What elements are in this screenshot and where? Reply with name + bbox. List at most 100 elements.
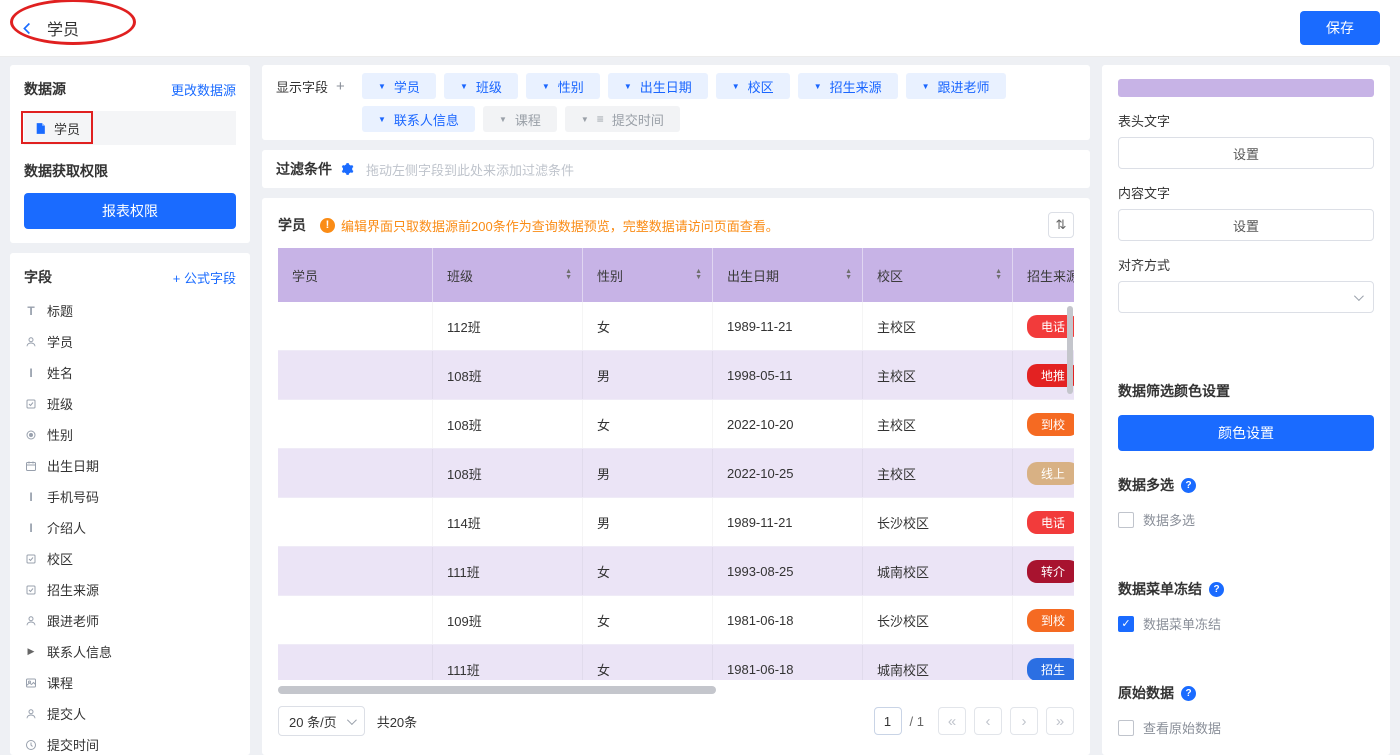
chevron-down-icon: ▼ — [922, 82, 930, 91]
header-text-settings-button[interactable]: 设置 — [1118, 137, 1374, 169]
filter-placeholder: 拖动左侧字段到此处来添加过滤条件 — [366, 160, 574, 179]
display-field-chip-出生日期[interactable]: ▼出生日期 — [608, 73, 708, 99]
field-item-label: 跟进老师 — [47, 611, 99, 630]
filter-dropzone[interactable]: 过滤条件 拖动左侧字段到此处来添加过滤条件 — [262, 150, 1090, 188]
column-header-label: 性别 — [597, 266, 623, 285]
display-field-chip-招生来源[interactable]: ▼招生来源 — [798, 73, 898, 99]
field-item-课程[interactable]: 课程 — [24, 667, 236, 698]
current-page-input[interactable]: 1 — [874, 707, 902, 735]
field-item-label: 提交人 — [47, 704, 86, 723]
display-field-chip-跟进老师[interactable]: ▼跟进老师 — [906, 73, 1006, 99]
sort-arrows-icon[interactable]: ▲▼ — [695, 269, 702, 281]
menu-freeze-checkbox[interactable]: 数据菜单冻结 — [1118, 614, 1374, 633]
column-header-label: 招生来源 — [1027, 266, 1074, 285]
prev-page-button[interactable]: ‹ — [974, 707, 1002, 735]
table-row: 108班男2022-10-25主校区线上 — [278, 449, 1074, 498]
vertical-scrollbar[interactable] — [1067, 306, 1073, 394]
column-header-招生来源[interactable]: 招生来源 — [1013, 248, 1074, 302]
table-cell: 111班 — [433, 645, 583, 680]
field-item-手机号码[interactable]: I手机号码 — [24, 481, 236, 512]
table-cell: 长沙校区 — [863, 498, 1013, 546]
sort-arrows-icon[interactable]: ▲▼ — [845, 269, 852, 281]
column-header-性别[interactable]: 性别 ▲▼ — [583, 248, 713, 302]
image-icon — [25, 677, 37, 689]
source-badge: 到校 — [1027, 413, 1074, 436]
field-item-标题[interactable]: T标题 — [24, 295, 236, 326]
display-fields-panel: 显示字段 + ▼学员▼班级▼性别▼出生日期▼校区▼招生来源▼跟进老师▼联系人信息… — [262, 65, 1090, 140]
next-page-button[interactable]: › — [1010, 707, 1038, 735]
field-item-label: 性别 — [47, 425, 73, 444]
field-item-出生日期[interactable]: 出生日期 — [24, 450, 236, 481]
add-formula-field-link[interactable]: + 公式字段 — [173, 268, 236, 287]
display-field-chip-联系人信息[interactable]: ▼联系人信息 — [362, 106, 475, 132]
page-size-select[interactable]: 20 条/页 — [278, 706, 365, 736]
field-item-label: 出生日期 — [47, 456, 99, 475]
multi-select-checkbox-label: 数据多选 — [1143, 510, 1195, 529]
text-icon: I — [29, 490, 32, 504]
back-button[interactable] — [20, 21, 35, 36]
field-item-label: 介绍人 — [47, 518, 86, 537]
header-color-swatch[interactable] — [1118, 79, 1374, 97]
display-field-chip-班级[interactable]: ▼班级 — [444, 73, 518, 99]
help-icon[interactable]: ? — [1181, 478, 1196, 493]
column-header-出生日期[interactable]: 出生日期▲▼ — [713, 248, 863, 302]
color-settings-button[interactable]: 颜色设置 — [1118, 415, 1374, 451]
editor-main: 显示字段 + ▼学员▼班级▼性别▼出生日期▼校区▼招生来源▼跟进老师▼联系人信息… — [262, 65, 1090, 755]
menu-freeze-title: 数据菜单冻结 — [1118, 579, 1202, 599]
column-header-校区[interactable]: 校区▲▼ — [863, 248, 1013, 302]
column-header-学员[interactable]: 学员 — [278, 248, 433, 302]
field-item-跟进老师[interactable]: 跟进老师 — [24, 605, 236, 636]
content-text-settings-button[interactable]: 设置 — [1118, 209, 1374, 241]
table-row: 108班男1998-05-11主校区地推 — [278, 351, 1074, 400]
save-button[interactable]: 保存 — [1300, 11, 1380, 45]
field-item-label: 学员 — [47, 332, 73, 351]
checkbox-icon — [1118, 720, 1134, 736]
field-item-提交时间[interactable]: 提交时间 — [24, 729, 236, 755]
column-header-班级[interactable]: 班级▲▼ — [433, 248, 583, 302]
field-item-校区[interactable]: 校区 — [24, 543, 236, 574]
source-badge: 到校 — [1027, 609, 1074, 632]
report-permission-button[interactable]: 报表权限 — [24, 193, 236, 229]
data-table: 学员班级▲▼性别▲▼出生日期▲▼校区▲▼招生来源 112班女1989-11-21… — [278, 248, 1074, 680]
chevron-left-icon — [20, 21, 35, 36]
display-field-chip-学员[interactable]: ▼学员 — [362, 73, 436, 99]
field-item-班级[interactable]: 班级 — [24, 388, 236, 419]
table-cell: 长沙校区 — [863, 596, 1013, 644]
field-item-介绍人[interactable]: I介绍人 — [24, 512, 236, 543]
field-item-招生来源[interactable]: 招生来源 — [24, 574, 236, 605]
table-cell: 112班 — [433, 302, 583, 350]
table-sort-button[interactable]: ⇅ — [1048, 212, 1074, 238]
help-icon[interactable]: ? — [1209, 582, 1224, 597]
field-item-联系人信息[interactable]: ▶联系人信息 — [24, 636, 236, 667]
field-item-性别[interactable]: 性别 — [24, 419, 236, 450]
field-item-提交人[interactable]: 提交人 — [24, 698, 236, 729]
sort-arrows-icon[interactable]: ▲▼ — [995, 269, 1002, 281]
table-cell: 2022-10-20 — [713, 400, 863, 448]
table-cell: 主校区 — [863, 351, 1013, 399]
datasource-item-student[interactable]: 学员 — [24, 111, 236, 145]
display-field-chip-课程[interactable]: ▼课程 — [483, 106, 557, 132]
fields-title: 字段 — [24, 267, 52, 287]
field-item-label: 提交时间 — [47, 735, 99, 754]
first-page-button[interactable]: « — [938, 707, 966, 735]
field-item-学员[interactable]: 学员 — [24, 326, 236, 357]
display-field-chip-校区[interactable]: ▼校区 — [716, 73, 790, 99]
raw-data-checkbox[interactable]: 查看原始数据 — [1118, 718, 1374, 737]
align-select[interactable] — [1118, 281, 1374, 313]
add-display-field-button[interactable]: + — [336, 78, 345, 95]
display-field-chip-性别[interactable]: ▼性别 — [526, 73, 600, 99]
table-cell — [278, 645, 433, 680]
multi-select-checkbox[interactable]: 数据多选 — [1118, 510, 1374, 529]
last-page-button[interactable]: » — [1046, 707, 1074, 735]
field-item-姓名[interactable]: I姓名 — [24, 357, 236, 388]
source-badge: 招生 — [1027, 658, 1074, 681]
change-datasource-link[interactable]: 更改数据源 — [171, 80, 236, 99]
horizontal-scrollbar[interactable] — [278, 686, 716, 694]
table-cell: 108班 — [433, 400, 583, 448]
filter-settings-gear-icon[interactable] — [340, 162, 354, 176]
chevron-down-icon: ▼ — [378, 115, 386, 124]
help-icon[interactable]: ? — [1181, 686, 1196, 701]
preview-title: 学员 — [278, 215, 306, 235]
display-field-chip-提交时间[interactable]: ▼≡提交时间 — [565, 106, 680, 132]
sort-arrows-icon[interactable]: ▲▼ — [565, 269, 572, 281]
